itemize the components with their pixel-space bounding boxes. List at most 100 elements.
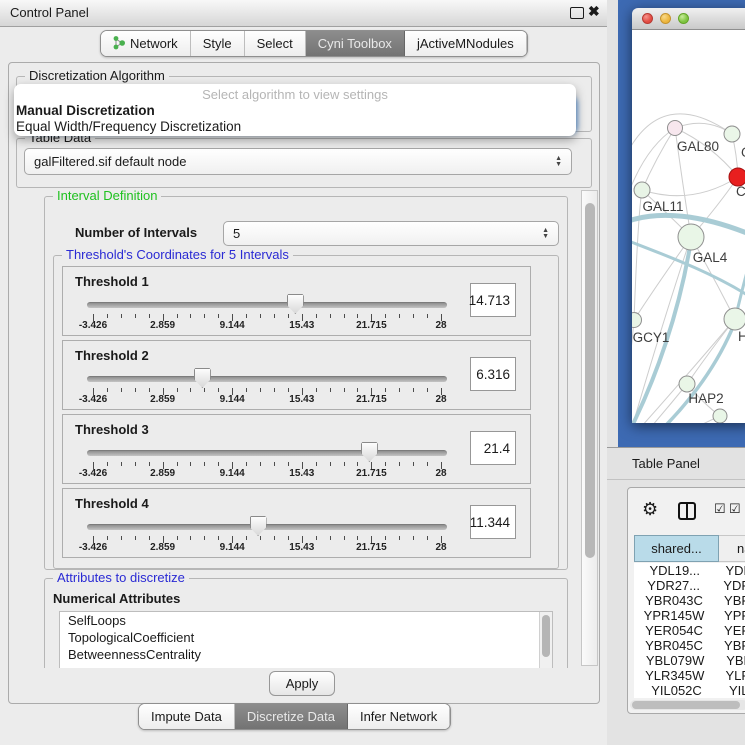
table-row[interactable]: YDL19...YDL1 [634,563,745,578]
table-toolbar: ⚙ ☑ ☑ [628,488,745,534]
table-row[interactable]: YDR27...YDR2 [634,578,745,593]
network-node-GAL4[interactable] [678,224,704,250]
slider-track[interactable] [87,524,447,530]
table-row[interactable]: YIL052CYIL0 [634,683,745,698]
number-of-intervals-label: Number of Intervals [75,225,197,240]
numerical-attributes-label: Numerical Attributes [53,591,180,606]
threshold-value-field[interactable]: 6.316 [470,357,516,391]
table-hscrollbar[interactable] [630,700,745,710]
table-row[interactable]: YPR145WYPR1 [634,608,745,623]
attribute-list-item[interactable]: SelfLoops [60,612,552,629]
control-panel-tabs: NetworkStyleSelectCyni ToolboxjActiveMNo… [100,30,528,57]
spinner-arrows-icon: ▲▼ [555,156,562,168]
slider-track[interactable] [87,302,447,308]
table-hscrollbar-thumb[interactable] [632,701,740,709]
network-node-label: GAL11 [642,199,683,214]
zoom-traffic-light-icon[interactable] [678,13,689,24]
network-window-titlebar[interactable] [632,8,745,30]
number-of-intervals-combobox[interactable]: 5 ▲▼ [223,221,559,246]
network-node-label: GAL4 [693,250,728,265]
network-node-H[interactable] [724,308,745,330]
minimize-traffic-light-icon[interactable] [660,13,671,24]
network-window: GAL80GACGAL11GAL4GCY1HHAP2 [632,8,745,423]
network-node-label: C [736,184,745,199]
table-row[interactable]: YLR345WYLR3 [634,668,745,683]
threshold-slider[interactable]: -3.4262.8599.14415.4321.71528 [87,441,447,479]
threshold-value-field[interactable]: 11.344 [470,505,516,539]
threshold-panel-4: Threshold 4 -3.4262.8599.14415.4321.71528… [62,488,531,558]
settings-scroll-viewport: Interval Definition Number of Intervals … [20,190,580,668]
float-panel-icon[interactable] [570,7,584,19]
algorithm-hint-item: Select algorithm to view settings [14,87,576,102]
network-edge [632,384,687,423]
slider-thumb[interactable] [287,294,304,314]
network-node-GAL11[interactable] [634,182,650,198]
network-node-GA[interactable] [724,126,740,142]
tab-impute-data[interactable]: Impute Data [139,704,235,729]
attribute-list-item[interactable]: TopologicalCoefficient [60,629,552,646]
table-data-combobox[interactable]: galFiltered.sif default node ▲▼ [24,148,572,175]
network-edge [642,177,738,196]
slider-thumb[interactable] [194,368,211,388]
attributes-scrollbar[interactable] [539,612,552,668]
thresholds-group-title: Threshold's Coordinates for 5 Intervals [62,247,293,263]
panel-scrollbar-thumb[interactable] [585,203,595,558]
tab-network[interactable]: Network [101,31,191,56]
threshold-slider[interactable]: -3.4262.8599.14415.4321.71528 [87,367,447,405]
control-panel-titlebar: Control Panel ✖ [0,0,607,27]
network-node-HAP2[interactable] [679,376,695,392]
slider-track[interactable] [87,450,447,456]
network-icon [113,35,125,53]
threshold-panel-1: Threshold 1-3.4262.8599.14415.4321.71528… [62,266,531,336]
network-canvas[interactable]: GAL80GACGAL11GAL4GCY1HHAP2 [632,30,745,423]
checkbox-icon[interactable]: ☑ [729,501,741,517]
network-node-label: GAL80 [677,139,719,154]
gear-icon[interactable]: ⚙ [642,500,658,518]
network-node-label: HAP2 [688,391,723,406]
slider-tick-labels: -3.4262.8599.14415.4321.71528 [93,542,441,554]
slider-track[interactable] [87,376,447,382]
network-node-label: GA [741,145,745,160]
algorithm-item-manual[interactable]: Manual Discretization [16,103,155,118]
split-column-icon[interactable] [678,502,696,520]
spinner-arrows-icon: ▲▼ [542,228,549,240]
tab-infer-network[interactable]: Infer Network [348,704,450,729]
column-header-shared[interactable]: shared... [634,535,719,562]
table-row[interactable]: YBR045CYBR0 [634,638,745,653]
close-panel-icon[interactable]: ✖ [588,3,600,20]
network-node-GAL80[interactable] [668,121,683,136]
threshold-label: Threshold 4 [75,496,149,511]
tab-select[interactable]: Select [245,31,306,56]
tab-jactivemnodules[interactable]: jActiveMNodules [405,31,527,56]
network-edge [634,190,642,320]
threshold-panel-2: Threshold 2-3.4262.8599.14415.4321.71528… [62,340,531,410]
threshold-slider[interactable]: -3.4262.8599.14415.4321.71528 [87,293,447,331]
table-row[interactable]: YBR043CYBR0 [634,593,745,608]
table-row[interactable]: YBL079WYBL0 [634,653,745,668]
close-traffic-light-icon[interactable] [642,13,653,24]
tab-style[interactable]: Style [191,31,245,56]
network-node-unlabeled[interactable] [713,409,727,423]
table-header-row: shared... na [634,535,745,562]
table-rows: YDL19...YDL1YDR27...YDR2YBR043CYBR0YPR14… [634,563,745,698]
network-node-GCY1[interactable] [632,313,642,328]
column-header-name[interactable]: na [719,535,745,562]
panel-scrollbar[interactable] [581,190,598,666]
slider-tick-labels: -3.4262.8599.14415.4321.71528 [93,320,441,332]
cyni-bottom-tabs: Impute DataDiscretize DataInfer Network [138,703,451,730]
tab-cyni-toolbox[interactable]: Cyni Toolbox [306,31,405,56]
checkbox-icon[interactable]: ☑ [714,501,726,517]
tab-discretize-data[interactable]: Discretize Data [235,704,348,729]
attribute-list-item[interactable]: BetweennessCentrality [60,646,552,663]
apply-button[interactable]: Apply [269,671,335,696]
table-panel-titlebar: Table Panel [607,447,745,480]
slider-thumb[interactable] [250,516,267,536]
control-panel-title: Control Panel [10,0,89,26]
algorithm-item-equal-width[interactable]: Equal Width/Frequency Discretization [16,119,241,134]
threshold-slider[interactable]: -3.4262.8599.14415.4321.71528 [87,515,447,553]
threshold-value-field[interactable]: 21.4 [470,431,516,465]
slider-thumb[interactable] [361,442,378,462]
table-row[interactable]: YER054CYER0 [634,623,745,638]
discretization-algorithm-title: Discretization Algorithm [25,68,169,84]
threshold-value-field[interactable]: 14.713 [470,283,516,317]
